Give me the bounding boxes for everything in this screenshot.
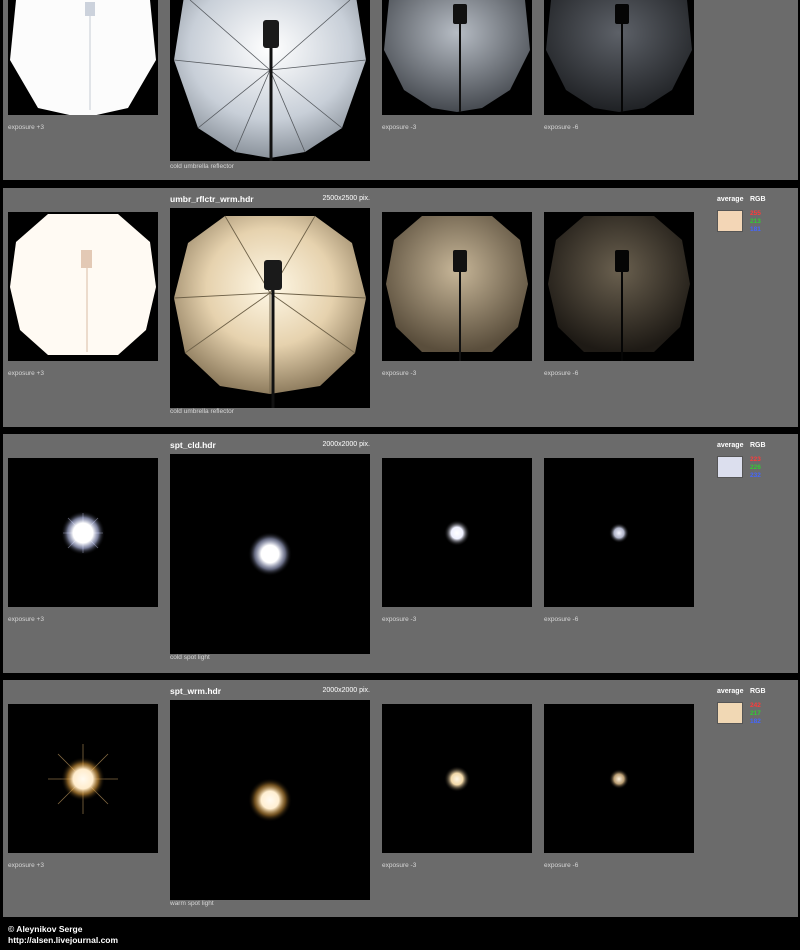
rgb-label: RGB bbox=[750, 688, 766, 695]
thumb-caption: exposure -3 bbox=[382, 616, 417, 623]
thumb-spot-warm-exposure-minus3 bbox=[382, 704, 532, 853]
rgb-red-value: 255 bbox=[750, 210, 761, 217]
rgb-green-value: 217 bbox=[750, 710, 761, 717]
thumb-umbrella-cold-exposure-minus6 bbox=[544, 0, 694, 115]
average-label: average bbox=[717, 442, 744, 449]
thumb-umbrella-cold-exposure-plus3 bbox=[8, 0, 158, 115]
main-umbrella-cold-image bbox=[170, 0, 370, 161]
rgb-label: RGB bbox=[750, 196, 766, 203]
thumb-caption: exposure -6 bbox=[544, 124, 579, 131]
average-label: average bbox=[717, 196, 744, 203]
panel-spot-warm: spt_wrm.hdr 2000x2000 pix. average RGB 2… bbox=[3, 680, 798, 917]
rgb-green-value: 213 bbox=[750, 218, 761, 225]
panel-umbrella-warm: umbr_rflctr_wrm.hdr 2500x2500 pix. avera… bbox=[3, 188, 798, 427]
file-title: spt_cld.hdr bbox=[170, 440, 216, 450]
thumb-spot-cold-exposure-minus6 bbox=[544, 458, 694, 607]
thumb-caption: exposure +3 bbox=[8, 124, 44, 131]
resolution-label: 2000x2000 pix. bbox=[322, 687, 370, 694]
rgb-label: RGB bbox=[750, 442, 766, 449]
average-color-swatch bbox=[717, 210, 743, 232]
thumb-umbrella-warm-exposure-plus3 bbox=[8, 212, 158, 361]
thumb-umbrella-warm-exposure-minus3 bbox=[382, 212, 532, 361]
main-umbrella-warm-image bbox=[170, 208, 370, 408]
main-caption: warm spot light bbox=[170, 900, 214, 907]
panel-umbrella-cold: exposure +3 cold umbrella reflector expo… bbox=[3, 0, 798, 180]
thumb-spot-cold-exposure-minus3 bbox=[382, 458, 532, 607]
thumb-caption: exposure +3 bbox=[8, 862, 44, 869]
main-caption: cold umbrella reflector bbox=[170, 163, 234, 170]
average-color-swatch bbox=[717, 702, 743, 724]
resolution-label: 2000x2000 pix. bbox=[322, 441, 370, 448]
panel-spot-cold: spt_cld.hdr 2000x2000 pix. average RGB 2… bbox=[3, 434, 798, 673]
thumb-spot-warm-exposure-plus3 bbox=[8, 704, 158, 853]
thumb-caption: exposure -6 bbox=[544, 616, 579, 623]
average-color-swatch bbox=[717, 456, 743, 478]
file-title: umbr_rflctr_wrm.hdr bbox=[170, 194, 254, 204]
average-label: average bbox=[717, 688, 744, 695]
thumb-caption: exposure +3 bbox=[8, 370, 44, 377]
rgb-green-value: 226 bbox=[750, 464, 761, 471]
thumb-caption: exposure +3 bbox=[8, 616, 44, 623]
thumb-spot-warm-exposure-minus6 bbox=[544, 704, 694, 853]
rgb-red-value: 242 bbox=[750, 702, 761, 709]
main-caption: cold umbrella reflector bbox=[170, 408, 234, 415]
rgb-blue-value: 182 bbox=[750, 718, 761, 725]
rgb-red-value: 223 bbox=[750, 456, 761, 463]
rgb-blue-value: 181 bbox=[750, 226, 761, 233]
thumb-umbrella-cold-exposure-minus3 bbox=[382, 0, 532, 115]
file-title: spt_wrm.hdr bbox=[170, 686, 222, 696]
resolution-label: 2500x2500 pix. bbox=[322, 195, 370, 202]
thumb-caption: exposure -6 bbox=[544, 862, 579, 869]
main-spot-warm-image bbox=[170, 700, 370, 900]
thumb-caption: exposure -3 bbox=[382, 862, 417, 869]
main-spot-cold-image bbox=[170, 454, 370, 654]
thumb-caption: exposure -3 bbox=[382, 370, 417, 377]
author-url[interactable]: http://alsen.livejournal.com bbox=[8, 935, 118, 945]
thumb-caption: exposure -3 bbox=[382, 124, 417, 131]
main-caption: cold spot light bbox=[170, 654, 210, 661]
rgb-blue-value: 232 bbox=[750, 472, 761, 479]
thumb-spot-cold-exposure-plus3 bbox=[8, 458, 158, 607]
author-credit: © Aleynikov Serge bbox=[8, 924, 83, 934]
thumb-caption: exposure -6 bbox=[544, 370, 579, 377]
thumb-umbrella-warm-exposure-minus6 bbox=[544, 212, 694, 361]
